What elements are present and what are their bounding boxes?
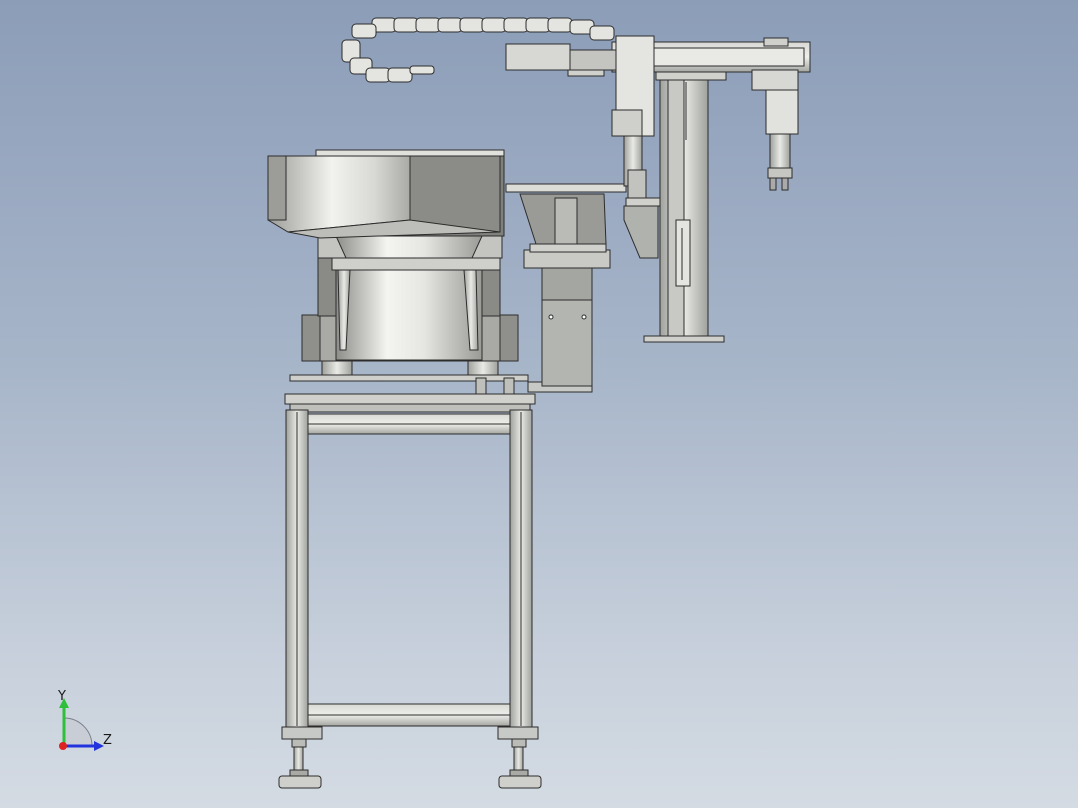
stand-top-rail	[289, 403, 531, 413]
bowl-base-plate	[289, 374, 529, 382]
machine-frame-stand	[278, 393, 542, 789]
leg-foot-plate-left	[281, 726, 323, 740]
machine-drawing: Y Z	[57, 17, 811, 789]
motor-housing	[505, 43, 571, 71]
cad-viewport[interactable]: Y Z	[0, 0, 1078, 808]
leveling-foot-left	[278, 738, 322, 789]
z-axis-label: Z	[103, 733, 112, 748]
triad-arc	[63, 717, 93, 747]
y-axis-label: Y	[57, 689, 66, 704]
linear-feeder-track	[505, 183, 627, 193]
linear-feeder	[505, 183, 627, 393]
x-axis-marker	[59, 742, 67, 750]
leg-foot-plate-right	[497, 726, 539, 740]
bowl-drive-column	[335, 257, 483, 361]
stand-top-plate	[284, 393, 536, 405]
gripper-cylinder	[765, 89, 799, 135]
axis-triad: Y Z	[57, 689, 112, 751]
vibratory-bowl-feeder	[267, 149, 529, 395]
leveling-foot-right	[498, 738, 542, 789]
